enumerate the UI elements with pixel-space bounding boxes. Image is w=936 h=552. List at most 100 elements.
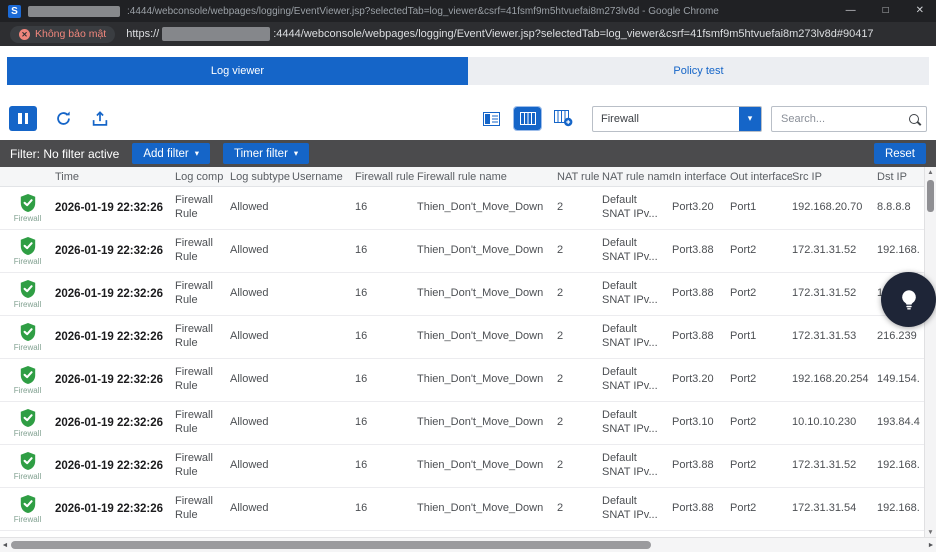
scroll-left-arrow[interactable]: ◄ [0,542,10,549]
cell-src-ip: 172.31.31.52 [792,244,877,258]
log-module-select[interactable]: Firewall ▾ [592,106,762,132]
add-filter-label: Add filter [143,148,188,160]
cell-in-interface: Port3.20 [672,373,730,387]
cell-out-interface: Port1 [730,330,792,344]
window-titlebar: S :4444/webconsole/webpages/logging/Even… [0,0,936,22]
cell-nat-rule-name: Default SNAT IPv... [602,495,672,523]
cell-firewall-rule-name: Thien_Don't_Move_Down [417,287,557,301]
cell-nat-rule-name: Default SNAT IPv... [602,237,672,265]
cell-log-subtype: Allowed [230,373,292,387]
refresh-button[interactable] [52,108,74,130]
url-path: :4444/webconsole/webpages/logging/EventV… [273,28,873,40]
log-row[interactable]: Firewall2026-01-19 22:32:26Firewall Rule… [0,402,925,445]
search-icon[interactable] [909,114,919,124]
reset-button[interactable]: Reset [874,143,926,164]
add-filter-button[interactable]: Add filter ▾ [132,143,210,164]
column-header: Firewall rule [355,171,417,183]
tab-log-viewer[interactable]: Log viewer [7,57,468,85]
timer-filter-button[interactable]: Timer filter ▾ [223,143,309,164]
log-row[interactable]: Firewall2026-01-19 22:32:26Firewall Rule… [0,488,925,531]
refresh-icon [55,110,72,127]
minimize-button[interactable]: — [846,0,856,22]
cell-log-subtype: Allowed [230,201,292,215]
scroll-right-arrow[interactable]: ► [926,542,936,549]
help-bubble[interactable] [881,272,936,327]
cell-src-ip: 172.31.31.52 [792,287,877,301]
horizontal-scrollbar[interactable]: ◄ ► [0,537,936,552]
cell-log-subtype: Allowed [230,330,292,344]
export-button[interactable] [89,108,111,130]
firewall-shield-icon [19,451,37,471]
pause-button[interactable] [9,106,37,131]
export-icon [92,110,108,127]
detail-view-icon [483,112,500,126]
cell-dst-ip: 192.168. [877,459,925,473]
maximize-button[interactable]: □ [883,0,889,22]
cell-nat-rule: 2 [557,373,602,387]
cell-in-interface: Port3.88 [672,330,730,344]
badge-label: Firewall [14,386,42,396]
search-box [771,106,927,132]
cell-in-interface: Port3.88 [672,502,730,516]
cell-firewall-rule-name: Thien_Don't_Move_Down [417,502,557,516]
cell-log-comp: Firewall Rule [175,194,230,222]
badge-label: Firewall [14,472,42,482]
column-header: Src IP [792,171,877,183]
cell-nat-rule-name: Default SNAT IPv... [602,452,672,480]
chevron-down-icon: ▾ [195,148,199,159]
address-bar: ✕ Không bảo mật https:// :4444/webconsol… [0,22,936,46]
window-title: :4444/webconsole/webpages/logging/EventV… [127,6,719,17]
horizontal-scroll-thumb[interactable] [11,541,651,549]
cell-out-interface: Port2 [730,459,792,473]
cell-badge: Firewall [0,230,55,272]
cell-nat-rule: 2 [557,416,602,430]
firewall-shield-icon [19,494,37,514]
cell-nat-rule-name: Default SNAT IPv... [602,194,672,222]
log-module-value: Firewall [593,113,739,125]
security-badge[interactable]: ✕ Không bảo mật [10,26,115,43]
log-row[interactable]: Firewall2026-01-19 22:32:26Firewall Rule… [0,273,925,316]
cell-log-comp: Firewall Rule [175,409,230,437]
log-row[interactable]: Firewall2026-01-19 22:32:26Firewall Rule… [0,230,925,273]
log-row[interactable]: Firewall2026-01-19 22:32:26Firewall Rule… [0,316,925,359]
vertical-scrollbar[interactable]: ▲ ▼ [924,167,936,538]
redacted-host [28,6,120,17]
cell-nat-rule-name: Default SNAT IPv... [602,323,672,351]
cell-firewall-rule-name: Thien_Don't_Move_Down [417,459,557,473]
cell-dst-ip: 216.239 [877,330,925,344]
cell-nat-rule: 2 [557,287,602,301]
log-row[interactable]: Firewall2026-01-19 22:32:26Firewall Rule… [0,359,925,402]
close-button[interactable]: ✕ [916,0,924,22]
cell-out-interface: Port2 [730,416,792,430]
cell-log-comp: Firewall Rule [175,452,230,480]
log-row[interactable]: Firewall2026-01-19 22:32:26Firewall Rule… [0,187,925,230]
column-header: Out interface [730,171,792,183]
column-header: Log comp [175,171,230,183]
cell-badge: Firewall [0,273,55,315]
search-input[interactable] [779,112,903,126]
badge-label: Firewall [14,214,42,224]
table-body: Firewall2026-01-19 22:32:26Firewall Rule… [0,187,936,538]
cell-firewall-rule: 16 [355,330,417,344]
firewall-shield-icon [19,408,37,428]
column-view-button[interactable] [514,107,541,130]
vertical-scroll-thumb[interactable] [927,180,934,212]
detail-view-button[interactable] [478,107,505,130]
cell-firewall-rule-name: Thien_Don't_Move_Down [417,330,557,344]
column-header: Firewall rule name [417,171,557,183]
add-column-view-button[interactable] [550,107,577,130]
cell-firewall-rule: 16 [355,459,417,473]
tab-policy-test[interactable]: Policy test [468,57,929,85]
cell-src-ip: 192.168.20.254 [792,373,877,387]
cell-nat-rule: 2 [557,201,602,215]
column-header: Username [292,171,355,183]
url-field[interactable]: https:// :4444/webconsole/webpages/loggi… [126,27,873,41]
log-toolbar: Firewall ▾ [0,104,936,133]
log-row[interactable]: Firewall2026-01-19 22:32:26Firewall Rule… [0,445,925,488]
cell-nat-rule: 2 [557,502,602,516]
scroll-up-arrow[interactable]: ▲ [927,167,933,178]
column-header: Log subtype [230,171,292,183]
cell-log-comp: Firewall Rule [175,366,230,394]
add-column-icon [554,110,573,127]
cell-out-interface: Port2 [730,244,792,258]
